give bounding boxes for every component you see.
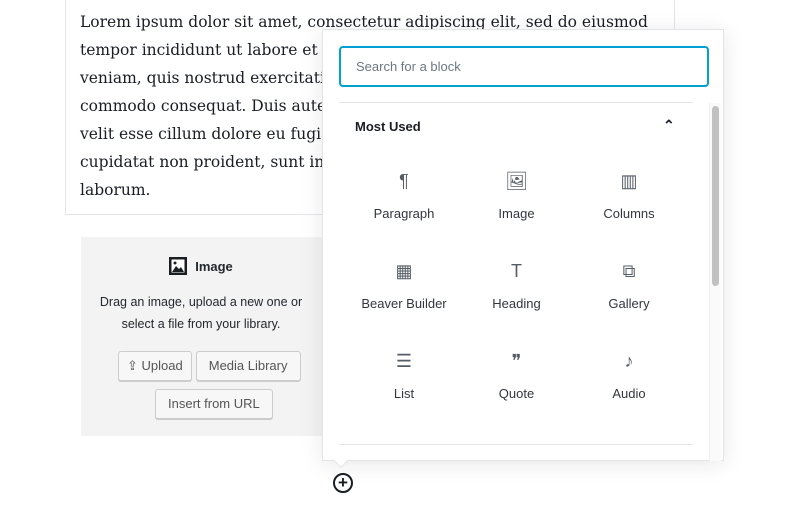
- block-columns[interactable]: ▥ Columns: [573, 170, 685, 221]
- block-label: List: [393, 386, 415, 401]
- block-inserter-popover: Most Used ⌃ ¶ Paragraph 🖼 Image ▥ Columns ▦ Bea…: [322, 29, 724, 461]
- block-label: Heading: [492, 296, 541, 311]
- image-instructions: Drag an image, upload a new one or select…: [61, 291, 341, 335]
- image-icon: [169, 257, 188, 275]
- block-image[interactable]: 🖼 Image: [461, 170, 573, 221]
- block-gallery[interactable]: ⧉ Gallery: [573, 260, 685, 311]
- add-block-button[interactable]: +: [333, 473, 353, 493]
- image-title-text: Image: [195, 258, 233, 274]
- block-audio[interactable]: ♪ Audio: [573, 350, 685, 401]
- image-icon: 🖼: [505, 171, 528, 191]
- list-icon: ☰: [395, 351, 413, 371]
- upload-button[interactable]: ⇪ Upload: [118, 351, 192, 381]
- block-paragraph[interactable]: ¶ Paragraph: [348, 170, 460, 221]
- block-label: Quote: [498, 386, 535, 401]
- block-label: Columns: [603, 206, 655, 221]
- image-block-title: Image: [61, 257, 341, 275]
- quote-icon: ❞: [511, 351, 522, 371]
- columns-icon: ▥: [620, 171, 638, 191]
- block-heading[interactable]: T Heading: [461, 260, 573, 311]
- block-label: Image: [498, 206, 535, 221]
- media-library-button[interactable]: Media Library: [195, 351, 301, 381]
- block-quote[interactable]: ❞ Quote: [461, 350, 573, 401]
- beaver-builder-icon: ▦: [395, 261, 413, 281]
- gallery-icon: ⧉: [622, 261, 636, 281]
- block-label: Beaver Builder: [361, 296, 447, 311]
- scrollbar[interactable]: [709, 103, 721, 461]
- scrollbar-thumb[interactable]: [712, 106, 719, 286]
- block-search-input[interactable]: [339, 46, 709, 87]
- image-block-placeholder[interactable]: Image Drag an image, upload a new one or…: [81, 237, 341, 436]
- chevron-up-icon[interactable]: ⌃: [663, 117, 675, 134]
- block-label: Paragraph: [373, 206, 435, 221]
- instructions-line: Drag an image, upload a new one or: [99, 295, 303, 309]
- divider: [339, 102, 693, 103]
- upload-icon: ⇪: [127, 358, 138, 373]
- upload-label: Upload: [141, 358, 183, 373]
- divider: [339, 444, 693, 445]
- block-list[interactable]: ☰ List: [348, 350, 460, 401]
- paragraph-icon: ¶: [399, 171, 409, 191]
- block-label: Gallery: [608, 296, 650, 311]
- instructions-line: select a file from your library.: [121, 317, 281, 331]
- block-label: Audio: [612, 386, 646, 401]
- block-beaver-builder[interactable]: ▦ Beaver Builder: [348, 260, 460, 311]
- section-title: Most Used: [355, 119, 421, 134]
- heading-icon: T: [511, 261, 522, 281]
- audio-icon: ♪: [624, 351, 634, 371]
- insert-from-url-button[interactable]: Insert from URL: [155, 389, 273, 419]
